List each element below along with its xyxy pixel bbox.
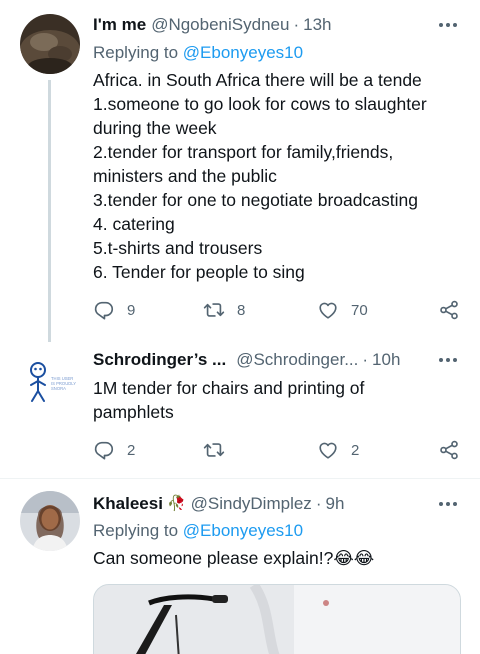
- replying-to: Replying to @Ebonyeyes10: [93, 519, 303, 543]
- avatar-image: [20, 14, 80, 74]
- timestamp[interactable]: 13h: [303, 13, 331, 37]
- timestamp[interactable]: 9h: [325, 492, 344, 516]
- action-bar: 9 8 70: [93, 298, 460, 322]
- separator: ·: [293, 15, 300, 34]
- share-icon: [438, 299, 460, 321]
- like-icon: [317, 439, 339, 461]
- share-button[interactable]: [438, 298, 460, 322]
- reply-button[interactable]: 9: [93, 298, 135, 322]
- avatar[interactable]: THIS USER IS PROUDLY SNORA: [20, 350, 80, 410]
- text-line: Africa. in South Africa there will be a …: [93, 70, 422, 90]
- separator: ·: [315, 494, 322, 513]
- emoji: 😂😂: [333, 548, 375, 568]
- photo-content: [94, 585, 460, 654]
- more-icon[interactable]: [438, 348, 458, 372]
- user-handle[interactable]: @SindyDimplez: [191, 492, 312, 516]
- tweet-text: Can someone please explain!?😂😂: [93, 546, 460, 570]
- action-bar: 2 2: [93, 438, 460, 462]
- text-line: 2.tender for transport for family,friend…: [93, 142, 394, 162]
- tweet-text: Africa. in South Africa there will be a …: [93, 68, 460, 284]
- media-image[interactable]: [93, 584, 461, 654]
- retweet-count: 8: [237, 301, 246, 319]
- separator: ·: [362, 350, 369, 369]
- tweet-text: 1M tender for chairs and printing of pam…: [93, 376, 460, 424]
- text-line: 3.tender for one to negotiate broadcasti…: [93, 190, 418, 210]
- reply-icon: [93, 299, 115, 321]
- display-name[interactable]: Schrodinger’s ...: [93, 348, 226, 372]
- tweet-header: Schrodinger’s ... @Schrodinger... · 10h: [93, 348, 460, 372]
- share-icon: [438, 439, 460, 461]
- avatar-image: [20, 491, 80, 551]
- name-emoji: 🥀: [166, 495, 186, 512]
- reply-button[interactable]: 2: [93, 438, 135, 462]
- mention-link[interactable]: @Ebonyeyes10: [183, 43, 303, 62]
- like-icon: [317, 299, 339, 321]
- replying-to: Replying to @Ebonyeyes10: [93, 41, 303, 65]
- user-handle[interactable]: @Schrodinger...: [236, 348, 358, 372]
- avatar[interactable]: [20, 491, 80, 551]
- reply-count: 2: [127, 441, 136, 459]
- avatar-image: THIS USER IS PROUDLY SNORA: [20, 350, 80, 410]
- like-count: 2: [351, 441, 360, 459]
- text-line: 6. Tender for people to sing: [93, 262, 305, 282]
- tweet-2[interactable]: THIS USER IS PROUDLY SNORA Schrodinger’s .…: [0, 340, 480, 478]
- more-icon[interactable]: [438, 492, 458, 516]
- like-button[interactable]: 70: [317, 298, 368, 322]
- text-line: ministers and the public: [93, 166, 277, 186]
- avatar[interactable]: [20, 14, 80, 74]
- text-line: 1M tender for chairs and printing of: [93, 378, 365, 398]
- text-line: 5.t-shirts and trousers: [93, 238, 263, 258]
- retweet-button[interactable]: [203, 438, 237, 462]
- tweet-header: Khaleesi 🥀 @SindyDimplez · 9h: [93, 492, 460, 516]
- text-line: pamphlets: [93, 402, 174, 422]
- display-name[interactable]: I'm me: [93, 13, 146, 37]
- text-line: during the week: [93, 118, 217, 138]
- text-line: 1.someone to go look for cows to slaught…: [93, 94, 427, 114]
- tweet-1[interactable]: I'm me @NgobeniSydneu · 13h Replying to …: [0, 0, 480, 342]
- display-name[interactable]: Khaleesi: [93, 492, 163, 516]
- text-line: 4. catering: [93, 214, 175, 234]
- retweet-button[interactable]: 8: [203, 298, 245, 322]
- retweet-icon: [203, 439, 225, 461]
- reply-icon: [93, 439, 115, 461]
- replying-label: Replying to: [93, 521, 179, 540]
- user-handle[interactable]: @NgobeniSydneu: [151, 13, 289, 37]
- mention-link[interactable]: @Ebonyeyes10: [183, 521, 303, 540]
- share-button[interactable]: [438, 438, 460, 462]
- more-icon[interactable]: [438, 13, 458, 37]
- tweet-header: I'm me @NgobeniSydneu · 13h: [93, 13, 460, 37]
- reply-count: 9: [127, 301, 136, 319]
- like-count: 70: [351, 301, 368, 319]
- text-line: Can someone please explain!?: [93, 548, 334, 568]
- replying-label: Replying to: [93, 43, 179, 62]
- thread-line: [48, 80, 51, 342]
- retweet-icon: [203, 299, 225, 321]
- like-button[interactable]: 2: [317, 438, 359, 462]
- timestamp[interactable]: 10h: [372, 348, 400, 372]
